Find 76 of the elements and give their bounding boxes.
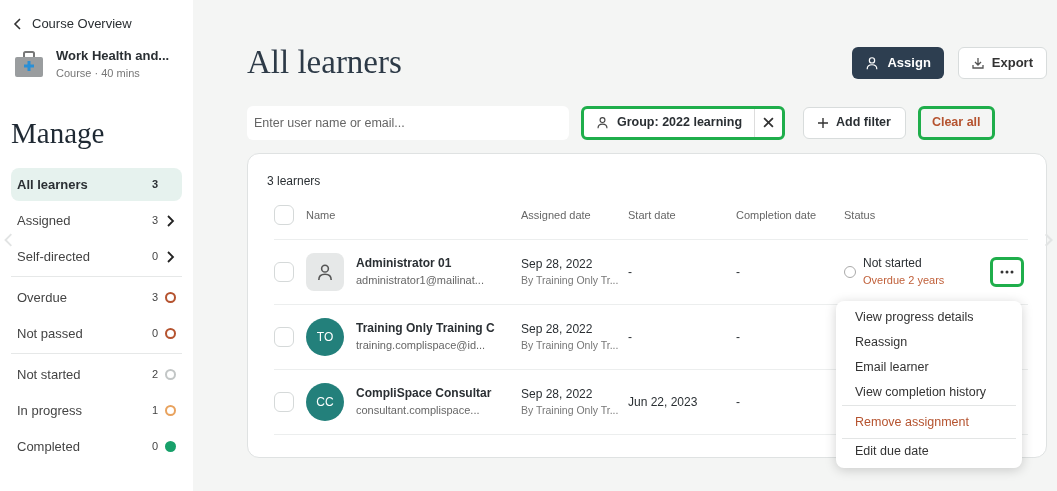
assigned-by: By Training Only Tr... [521, 337, 620, 353]
menu-item[interactable]: Email learner [842, 355, 1016, 380]
sidebar-title: Manage [11, 115, 106, 151]
menu-item[interactable]: Reassign [842, 330, 1016, 355]
item-count: 2 [151, 367, 158, 383]
column-header: Status [844, 207, 876, 223]
first-aid-kit-icon [14, 49, 44, 78]
completion-date: - [736, 263, 740, 281]
chevron-right-icon [164, 214, 176, 227]
overdue-note: Overdue 2 years [863, 273, 945, 289]
row-checkbox[interactable] [274, 261, 294, 282]
sidebar-item[interactable]: Not started 2 [11, 358, 182, 391]
start-date: - [628, 263, 632, 281]
menu-item[interactable]: Remove assignment [842, 406, 1016, 438]
avatar: TO [306, 317, 344, 356]
person-icon [596, 116, 609, 129]
assigned-by: By Training Only Tr... [521, 272, 620, 288]
sidebar-item[interactable]: In progress 1 [11, 394, 182, 427]
menu-item[interactable]: Edit due date [842, 439, 1016, 464]
item-count: 0 [151, 249, 158, 265]
column-header: Completion date [736, 207, 817, 223]
add-filter-button[interactable]: Add filter [803, 106, 906, 139]
item-count: 1 [151, 403, 158, 419]
sidebar-item[interactable]: Self-directed 0 [11, 240, 182, 273]
learner-name: CompliSpace Consultar [356, 385, 492, 403]
assigned-date: Sep 28, 2022 [521, 255, 594, 273]
search-field[interactable]: Enter user name or email... [247, 105, 569, 140]
item-count: 0 [151, 439, 158, 455]
avatar: CC [306, 382, 344, 421]
close-icon[interactable] [763, 117, 775, 128]
sidebar-item[interactable]: All learners 3 [11, 168, 182, 201]
item-count: 3 [151, 177, 158, 193]
page-title: All learners [247, 43, 403, 82]
sidebar-item[interactable]: Not passed 0 [11, 317, 182, 350]
assign-button[interactable]: Assign [852, 46, 944, 79]
assigned-date: Sep 28, 2022 [521, 320, 594, 338]
item-count: 3 [151, 290, 158, 306]
item-count: 3 [151, 213, 158, 229]
row-checkbox[interactable] [274, 391, 294, 412]
export-button[interactable]: Export [957, 46, 1047, 79]
assigned-date: Sep 28, 2022 [521, 385, 594, 403]
menu-item[interactable]: View progress details [842, 305, 1016, 330]
download-icon [971, 56, 984, 69]
assigned-by: By Training Only Tr... [521, 402, 620, 418]
status-label: Not started [863, 255, 923, 273]
sidebar-item[interactable]: Completed 0 [11, 430, 182, 463]
course-meta: Course · 40 mins [56, 66, 141, 81]
learner-name: Training Only Training C [356, 320, 495, 338]
row-checkbox[interactable] [274, 326, 294, 347]
start-date: Jun 22, 2023 [628, 393, 698, 411]
more-icon [1000, 269, 1014, 274]
sidebar-item[interactable]: Overdue 3 [11, 281, 182, 314]
course-title: Work Health and... [56, 46, 170, 65]
completion-date: - [736, 328, 740, 346]
learner-email: consultant.complispace... [356, 403, 481, 419]
filter-chip[interactable]: Group: 2022 learning [581, 105, 786, 140]
clear-all-button[interactable]: Clear all [917, 105, 995, 140]
column-header: Start date [628, 207, 676, 223]
learner-email: training.complispace@id... [356, 338, 487, 354]
chevron-right-icon [164, 250, 176, 263]
completion-date: - [736, 393, 740, 411]
item-count: 0 [151, 326, 158, 342]
select-all-checkbox[interactable] [274, 205, 294, 225]
column-header: Assigned date [521, 207, 591, 223]
menu-item[interactable]: View completion history [842, 380, 1016, 405]
back-icon [12, 17, 24, 30]
more-button[interactable] [990, 256, 1024, 287]
learner-email: administrator1@mailinat... [356, 273, 484, 289]
back-link[interactable]: Course Overview [12, 14, 132, 34]
start-date: - [628, 328, 632, 346]
person-icon [316, 262, 334, 281]
learner-name: Administrator 01 [356, 255, 453, 273]
column-header: Name [306, 207, 336, 223]
learner-count: 3 learners [267, 172, 322, 190]
sidebar-item[interactable]: Assigned 3 [11, 204, 182, 237]
plus-icon [818, 117, 829, 128]
